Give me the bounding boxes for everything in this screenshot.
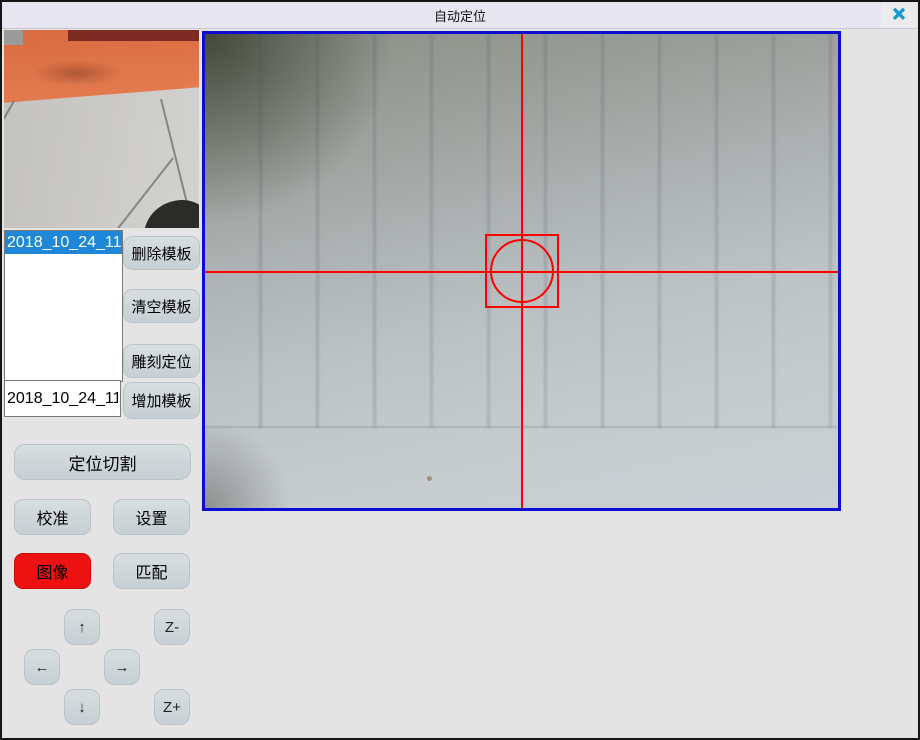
calibrate-button[interactable]: 校准 xyxy=(14,499,91,535)
jog-up-button[interactable]: ↑ xyxy=(64,609,100,645)
add-template-button[interactable]: 增加模板 xyxy=(123,382,200,419)
wall-speck xyxy=(427,476,432,481)
thumbnail-shadow-smudge xyxy=(32,60,122,86)
jog-right-button[interactable]: → xyxy=(104,649,140,685)
template-list-item[interactable]: 2018_10_24_11 xyxy=(5,231,122,254)
camera-live-view xyxy=(202,31,841,511)
template-name-field[interactable] xyxy=(4,380,121,417)
template-list[interactable]: 2018_10_24_11 xyxy=(4,230,123,382)
clear-templates-button[interactable]: 清空模板 xyxy=(123,289,200,323)
match-button[interactable]: 匹配 xyxy=(113,553,190,589)
auto-locate-dialog: 自动定位 ✕ 2018_10_24_11 删除模板 清空模板 雕刻定位 增加模板… xyxy=(0,0,920,740)
settings-button[interactable]: 设置 xyxy=(113,499,190,535)
engrave-locate-button[interactable]: 雕刻定位 xyxy=(123,344,200,378)
jog-z-minus-button[interactable]: Z- xyxy=(154,609,190,645)
close-icon[interactable]: ✕ xyxy=(882,3,916,27)
page-title: 自动定位 xyxy=(434,6,486,25)
thumbnail-dark-object xyxy=(144,200,199,228)
thumbnail-gray-patch xyxy=(4,30,23,45)
thumbnail-top-stripe xyxy=(68,30,199,41)
delete-template-button[interactable]: 删除模板 xyxy=(123,236,200,270)
match-region-circle xyxy=(490,239,554,303)
jog-left-button[interactable]: ← xyxy=(24,649,60,685)
jog-down-button[interactable]: ↓ xyxy=(64,689,100,725)
jog-z-plus-button[interactable]: Z+ xyxy=(154,689,190,725)
locate-cut-button[interactable]: 定位切割 xyxy=(14,444,191,480)
title-bar: 自动定位 ✕ xyxy=(2,2,918,29)
image-button[interactable]: 图像 xyxy=(14,553,91,589)
template-thumbnail xyxy=(4,30,199,228)
tile-grout-line xyxy=(4,101,15,131)
